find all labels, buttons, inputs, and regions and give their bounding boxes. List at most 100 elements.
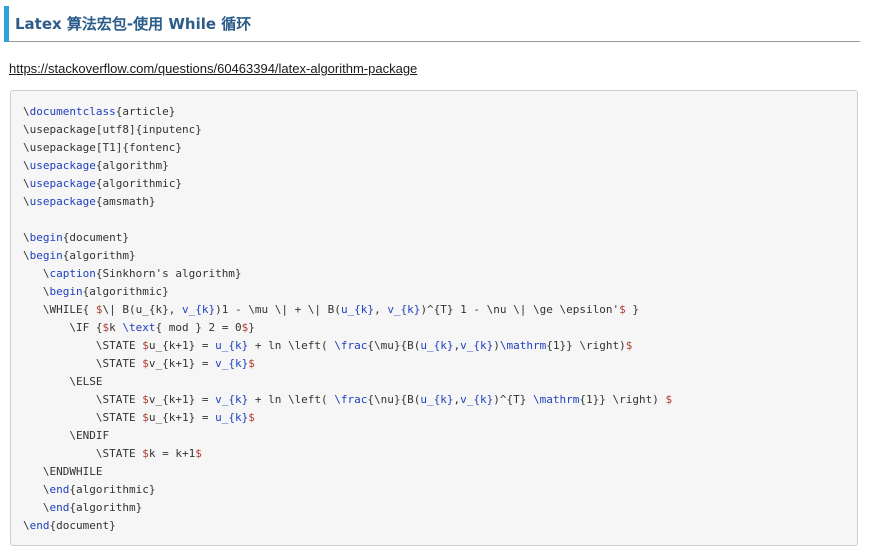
code-text: k xyxy=(109,321,123,334)
code-keyword: documentclass xyxy=(29,105,116,118)
code-line: \begin{algorithmic} xyxy=(23,283,672,301)
code-keyword: \mathrm xyxy=(499,339,547,352)
code-text: {algorithmic} xyxy=(82,285,169,298)
code-text: \ xyxy=(23,231,30,244)
code-text: {amsmath} xyxy=(95,195,156,208)
code-text: {Sinkhorn's algorithm} xyxy=(95,267,242,280)
code-math-delimiter: $ xyxy=(195,447,202,460)
code-text: \IF { xyxy=(23,321,103,334)
code-text: \ xyxy=(23,195,30,208)
code-text: )^{T} 1 - \nu \| \ge \epsilon' xyxy=(420,303,620,316)
code-text: {algorithmic} xyxy=(95,177,182,190)
code-text: \ELSE xyxy=(23,375,103,388)
code-line: \ENDIF xyxy=(23,427,672,445)
code-text: \ xyxy=(23,249,30,262)
code-keyword: u_{k} xyxy=(215,411,249,424)
code-line: \begin{document} xyxy=(23,229,672,247)
code-line: \STATE $u_{k+1} = u_{k} + ln \left( \fra… xyxy=(23,337,672,355)
code-text: \ xyxy=(23,267,50,280)
code-line: \begin{algorithm} xyxy=(23,247,672,265)
code-text: \ xyxy=(23,105,30,118)
code-math-delimiter: $ xyxy=(619,303,626,316)
code-text: {article} xyxy=(115,105,176,118)
page-title: Latex 算法宏包-使用 While 循环 xyxy=(15,15,252,33)
code-keyword: usepackage xyxy=(29,195,96,208)
code-keyword: caption xyxy=(49,267,96,280)
code-keyword: v_{k} xyxy=(387,303,421,316)
code-text: { mod } 2 = 0 xyxy=(155,321,242,334)
code-line: \usepackage[utf8]{inputenc} xyxy=(23,121,672,139)
code-text: \WHILE{ xyxy=(23,303,96,316)
code-text: \ xyxy=(23,501,50,514)
code-text: \STATE xyxy=(23,393,143,406)
code-text: {algorithmic} xyxy=(69,483,156,496)
code-text: )1 - \mu \| + \| B( xyxy=(215,303,341,316)
code-text: {document} xyxy=(49,519,116,532)
code-text: \usepackage[utf8]{inputenc} xyxy=(23,123,202,136)
code-text: } xyxy=(625,303,639,316)
code-text: ) xyxy=(493,339,500,352)
code-text: \usepackage[T1]{fontenc} xyxy=(23,141,182,154)
code-math-delimiter: $ xyxy=(142,447,149,460)
code-keyword: begin xyxy=(49,285,83,298)
code-text: \ xyxy=(23,159,30,172)
code-keyword: begin xyxy=(29,249,63,262)
code-keyword: begin xyxy=(29,231,63,244)
code-line: \ELSE xyxy=(23,373,672,391)
code-line: \IF {$k \text{ mod } 2 = 0$} xyxy=(23,319,672,337)
title-accent-bar xyxy=(4,6,9,42)
code-text: \ xyxy=(23,519,30,532)
code-text: \STATE xyxy=(23,339,143,352)
code-math-delimiter: $ xyxy=(665,393,673,406)
code-keyword: usepackage xyxy=(29,177,96,190)
code-keyword: v_{k} xyxy=(215,357,249,370)
code-text: )^{T} xyxy=(493,393,534,406)
code-keyword: \mathrm xyxy=(533,393,580,406)
code-math-delimiter: $ xyxy=(142,357,149,370)
code-text: {algorithm} xyxy=(62,249,136,262)
code-line: \usepackage{algorithm} xyxy=(23,157,672,175)
source-link[interactable]: https://stackoverflow.com/questions/6046… xyxy=(9,61,417,76)
code-math-delimiter: $ xyxy=(142,411,149,424)
code-keyword: v_{k} xyxy=(460,339,494,352)
code-line: \STATE $u_{k+1} = u_{k}$ xyxy=(23,409,672,427)
code-text: k = k+1 xyxy=(148,447,196,460)
code-text: u_{k+1} = xyxy=(148,339,216,352)
code-text: \ENDIF xyxy=(23,429,110,442)
code-line: \WHILE{ $\| B(u_{k}, v_{k})1 - \mu \| + … xyxy=(23,301,672,319)
code-text: \ xyxy=(23,483,50,496)
code-line: \usepackage{amsmath} xyxy=(23,193,672,211)
code-line: \documentclass{article} xyxy=(23,103,672,121)
code-line: \end{algorithmic} xyxy=(23,481,672,499)
code-text: {1}} \right) xyxy=(546,339,626,352)
code-keyword: usepackage xyxy=(29,159,96,172)
code-text: , xyxy=(374,303,388,316)
code-line: \end{algorithm} xyxy=(23,499,672,517)
code-block: \documentclass{article} \usepackage[utf8]… xyxy=(10,90,858,546)
code-math-delimiter: $ xyxy=(142,393,149,406)
code-line: \end{document} xyxy=(23,517,672,535)
code-text: {document} xyxy=(62,231,129,244)
code-keyword: v_{k} xyxy=(215,393,249,406)
code-text: v_{k+1} = xyxy=(148,357,216,370)
code-text: {\nu}{B( xyxy=(367,393,421,406)
code-text: \ENDWHILE xyxy=(23,465,103,478)
code-text: \ xyxy=(23,177,30,190)
code-keyword: end xyxy=(49,483,70,496)
code-text: } xyxy=(248,321,255,334)
code-text: \STATE xyxy=(23,447,143,460)
code-text: \STATE xyxy=(23,411,143,424)
code-keyword: u_{k} xyxy=(340,303,375,316)
code-line: \usepackage[T1]{fontenc} xyxy=(23,139,672,157)
code-keyword: u_{k} xyxy=(420,339,454,352)
code-content: \documentclass{article} \usepackage[utf8]… xyxy=(23,103,672,535)
code-line: \usepackage{algorithmic} xyxy=(23,175,672,193)
code-text: {algorithm} xyxy=(69,501,143,514)
code-math-delimiter: $ xyxy=(248,411,255,424)
code-keyword: u_{k} xyxy=(420,393,454,406)
code-text: {1}} \right) xyxy=(579,393,666,406)
code-keyword: v_{k} xyxy=(460,393,494,406)
code-keyword: end xyxy=(49,501,70,514)
code-keyword: \frac xyxy=(334,393,368,406)
